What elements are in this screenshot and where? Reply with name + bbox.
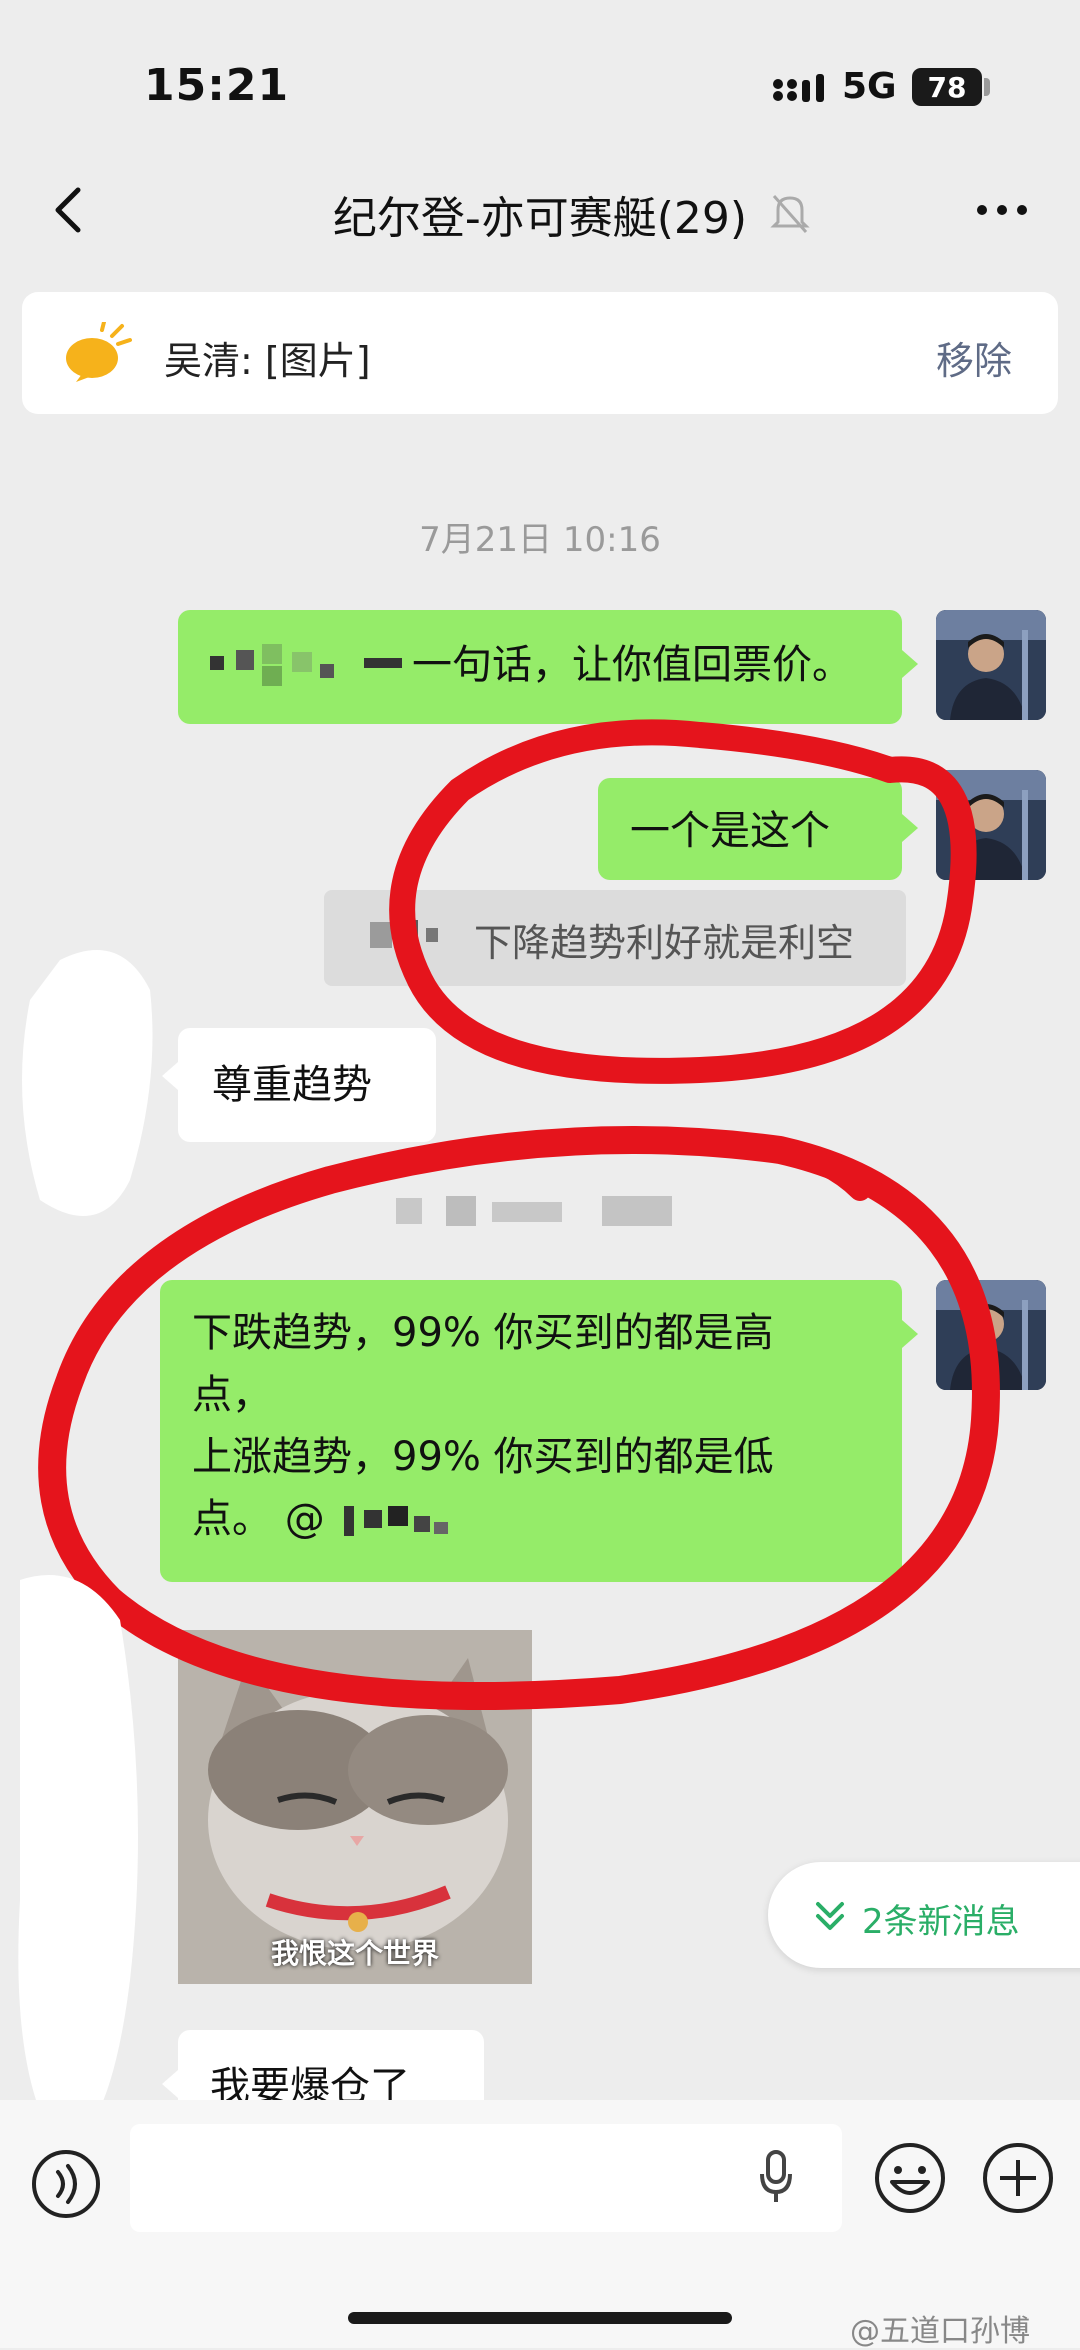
plus-icon[interactable] [980,2140,1056,2216]
voice-icon[interactable] [26,2144,106,2224]
emoji-icon[interactable] [872,2140,948,2216]
home-indicator [348,2312,732,2324]
message-input[interactable] [130,2124,842,2232]
red-annotation-circles [18,719,1000,2150]
microphone-icon[interactable] [758,2150,794,2206]
watermark-text: @五道口孙博 [850,2314,1030,2349]
